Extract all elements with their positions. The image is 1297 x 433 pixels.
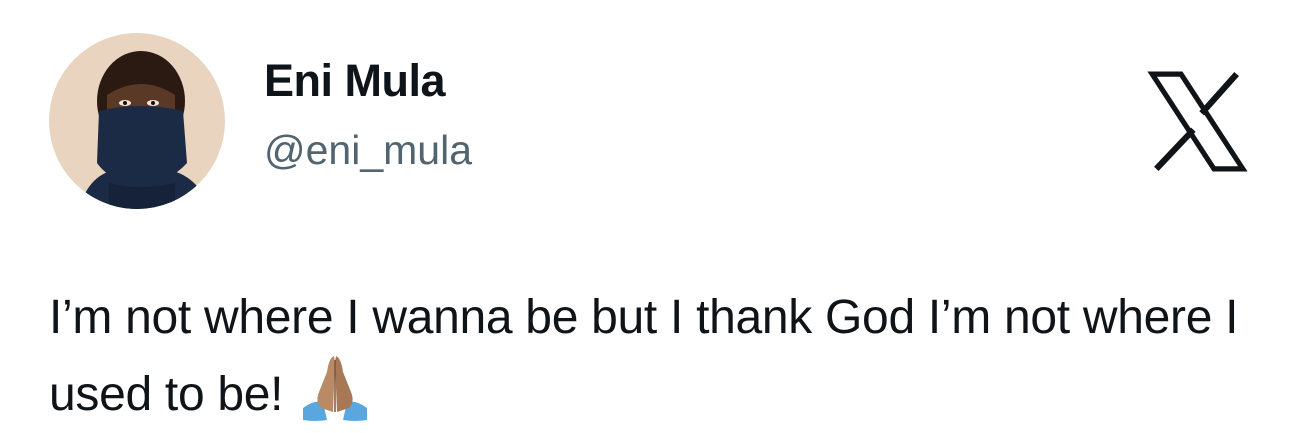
author-display-name[interactable]: Eni Mula	[264, 54, 472, 108]
author-names: Eni Mula @eni_mula	[264, 54, 472, 175]
x-logo-icon[interactable]	[1146, 70, 1249, 173]
author-handle[interactable]: @eni_mula	[264, 125, 472, 175]
tweet-text-content: I’m not where I wanna be but I thank God…	[49, 291, 1239, 421]
folded-hands-emoji-icon	[299, 352, 371, 424]
masked-person-avatar-icon	[49, 33, 225, 209]
tweet-card: Eni Mula @eni_mula I’m not where I wanna…	[0, 0, 1297, 433]
tweet-header: Eni Mula @eni_mula	[49, 33, 472, 209]
tweet-text: I’m not where I wanna be but I thank God…	[49, 284, 1269, 429]
avatar[interactable]	[49, 33, 225, 209]
